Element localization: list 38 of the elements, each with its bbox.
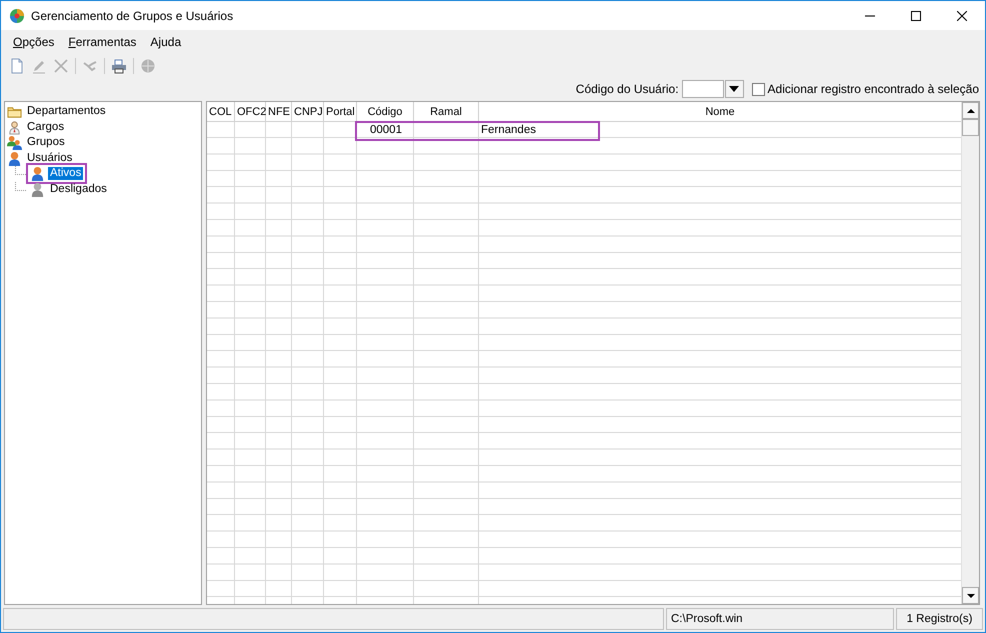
column-header[interactable]: CNPJ bbox=[292, 102, 324, 122]
column-header[interactable]: Código bbox=[357, 102, 414, 122]
scroll-thumb[interactable] bbox=[962, 119, 979, 136]
status-panel: 1 Registro(s) bbox=[896, 608, 983, 630]
column-header[interactable]: NFE bbox=[266, 102, 292, 122]
field-label: Código do Usuário: bbox=[576, 82, 679, 96]
menu-item[interactable]: Ferramentas bbox=[61, 33, 144, 51]
maximize-icon[interactable] bbox=[911, 10, 921, 20]
scroll-down-button[interactable] bbox=[962, 587, 979, 604]
dropdown-arrow-icon[interactable] bbox=[729, 86, 740, 92]
status-panel: C:\Prosoft.win bbox=[666, 608, 894, 630]
user-code-field[interactable] bbox=[682, 80, 724, 98]
tree-item[interactable]: Departamentos bbox=[25, 105, 108, 118]
tree-item[interactable]: Grupos bbox=[25, 136, 67, 150]
menu-item[interactable]: Ajuda bbox=[143, 33, 188, 51]
scroll-up-button[interactable] bbox=[962, 102, 979, 119]
user-icon bbox=[30, 182, 45, 197]
tree-item[interactable]: Cargos bbox=[25, 120, 66, 134]
checkbox-label: Adicionar registro encontrado à seleção bbox=[768, 82, 979, 96]
column-header[interactable]: Portal bbox=[324, 102, 357, 122]
user-icon bbox=[30, 166, 45, 182]
window-title: Gerenciamento de Grupos e Usuários bbox=[31, 8, 234, 22]
checkbox[interactable] bbox=[752, 82, 765, 96]
up-arrow-icon bbox=[966, 108, 974, 112]
column-header[interactable]: Nome bbox=[479, 102, 961, 122]
menu-item[interactable]: Opções bbox=[6, 33, 62, 51]
tree-item[interactable]: Ativos bbox=[48, 167, 84, 180]
close-icon[interactable] bbox=[957, 10, 967, 20]
down-arrow-icon bbox=[966, 594, 974, 598]
tree-item[interactable]: Desligados bbox=[48, 182, 109, 196]
tree-item[interactable]: Usuários bbox=[25, 152, 74, 165]
person-icon bbox=[7, 120, 22, 135]
column-header[interactable]: COL bbox=[207, 102, 235, 122]
app-icon bbox=[9, 8, 25, 24]
group-icon bbox=[7, 135, 22, 150]
user-icon bbox=[7, 150, 22, 166]
column-header[interactable]: OFC2 bbox=[235, 102, 266, 122]
column-header[interactable]: Ramal bbox=[414, 102, 479, 122]
